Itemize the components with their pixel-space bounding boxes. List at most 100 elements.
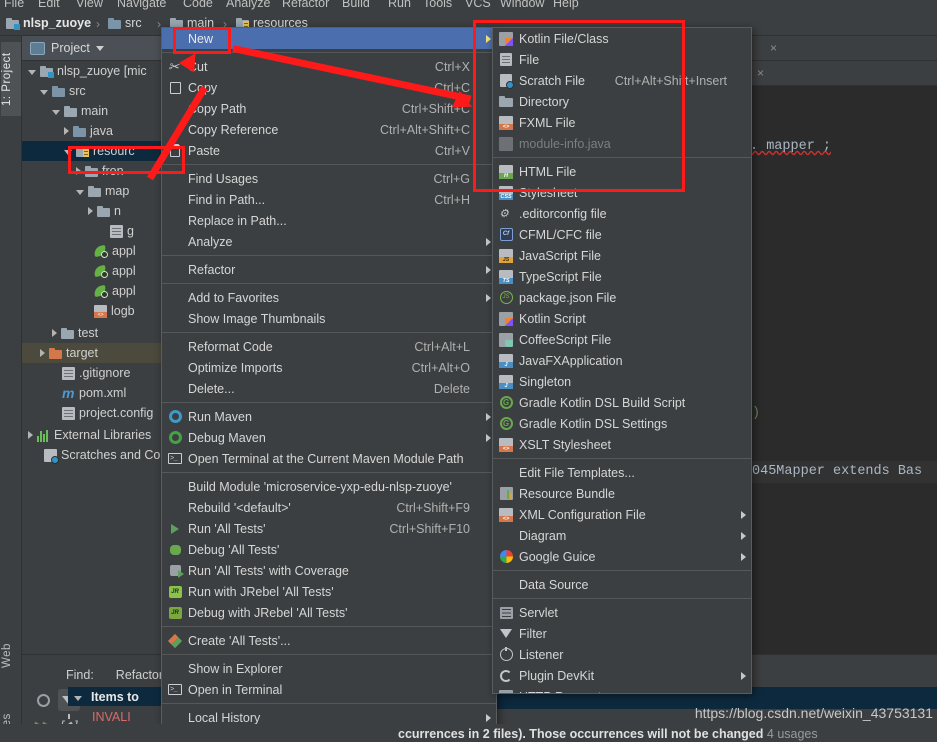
terminal-icon: >_ xyxy=(162,448,188,469)
menu-edit[interactable]: Edit xyxy=(38,0,60,10)
menu-item-delete[interactable]: Delete... Delete xyxy=(162,378,496,399)
menu-code[interactable]: Code xyxy=(183,0,213,10)
menu-item-rebuild[interactable]: Rebuild '<default>' Ctrl+Shift+F9 xyxy=(162,497,496,518)
menu-item-label: Analyze xyxy=(188,234,233,249)
expanded-arrow-icon[interactable] xyxy=(40,90,48,95)
collapsed-arrow-icon[interactable] xyxy=(40,349,45,357)
menu-item-copy-reference[interactable]: Copy Reference Ctrl+Alt+Shift+C xyxy=(162,119,496,140)
menu-item-new[interactable]: New xyxy=(162,28,496,49)
submenu-item-google-guice[interactable]: Google Guice xyxy=(493,546,751,567)
collapsed-arrow-icon[interactable] xyxy=(88,207,93,215)
expanded-arrow-icon[interactable] xyxy=(64,150,72,155)
menu-run[interactable]: Run xyxy=(388,0,411,10)
settings-button[interactable] xyxy=(32,689,54,711)
menu-item-show-in-explorer[interactable]: Show in Explorer xyxy=(162,658,496,679)
submenu-item-xml-configuration-file[interactable]: <> XML Configuration File xyxy=(493,504,751,525)
submenu-item-resource-bundle[interactable]: Resource Bundle xyxy=(493,483,751,504)
submenu-item-package-json[interactable]: JS package.json File xyxy=(493,287,751,308)
menu-file[interactable]: File xyxy=(4,0,24,10)
submenu-item-diagram[interactable]: Diagram xyxy=(493,525,751,546)
menu-vcs[interactable]: VCS xyxy=(465,0,491,10)
submenu-item-directory[interactable]: Directory xyxy=(493,91,751,112)
submenu-item-singleton[interactable]: J Singleton xyxy=(493,371,751,392)
menu-item-find-usages[interactable]: Find Usages Ctrl+G xyxy=(162,168,496,189)
close-icon[interactable]: × xyxy=(770,41,777,55)
submenu-item-gradle-kotlin-settings[interactable]: G Gradle Kotlin DSL Settings xyxy=(493,413,751,434)
close-icon[interactable]: × xyxy=(757,66,764,80)
menu-item-optimize-imports[interactable]: Optimize Imports Ctrl+Alt+O xyxy=(162,357,496,378)
tree-row-label: appl xyxy=(112,244,136,258)
submenu-item-edit-file-templates[interactable]: Edit File Templates... xyxy=(493,462,751,483)
submenu-item-cfml-cfc[interactable]: Cf CFML/CFC file xyxy=(493,224,751,245)
tool-tab-project[interactable]: 1: Project xyxy=(1,42,21,116)
menu-item-run-with-coverage[interactable]: Run 'All Tests' with Coverage xyxy=(162,560,496,581)
collapsed-arrow-icon[interactable] xyxy=(64,127,69,135)
tool-tab-web[interactable]: Web xyxy=(1,636,21,676)
menu-view[interactable]: View xyxy=(76,0,103,10)
menu-item-copy-path[interactable]: Copy Path Ctrl+Shift+C xyxy=(162,98,496,119)
submenu-item-stylesheet[interactable]: CSS Stylesheet xyxy=(493,182,751,203)
menu-build[interactable]: Build xyxy=(342,0,370,10)
menu-window[interactable]: Window xyxy=(500,0,544,10)
context-menu[interactable]: New ✂ Cut Ctrl+X Copy Ctrl+C Copy Path C… xyxy=(161,27,497,742)
submenu-item-label: Gradle Kotlin DSL Build Script xyxy=(519,395,686,410)
submenu-item-file[interactable]: File xyxy=(493,49,751,70)
menu-item-refactor[interactable]: Refactor xyxy=(162,259,496,280)
menu-item-debug-maven[interactable]: Debug Maven xyxy=(162,427,496,448)
menu-refactor[interactable]: Refactor xyxy=(282,0,329,10)
menu-item-find-in-path[interactable]: Find in Path... Ctrl+H xyxy=(162,189,496,210)
menu-navigate[interactable]: Navigate xyxy=(117,0,166,10)
menu-item-shortcut: Ctrl+Shift+C xyxy=(401,101,470,116)
collapsed-arrow-icon[interactable] xyxy=(52,329,57,337)
menu-item-create-all-tests[interactable]: Create 'All Tests'... xyxy=(162,630,496,651)
submenu-item-javascript-file[interactable]: JS JavaScript File xyxy=(493,245,751,266)
submenu-item-fxml-file[interactable]: <> FXML File xyxy=(493,112,751,133)
submenu-item-gradle-kotlin-build[interactable]: G Gradle Kotlin DSL Build Script xyxy=(493,392,751,413)
submenu-item-label: Data Source xyxy=(519,577,589,592)
menu-item-run-maven[interactable]: Run Maven xyxy=(162,406,496,427)
submenu-item-editorconfig[interactable]: ⚙ .editorconfig file xyxy=(493,203,751,224)
menu-item-copy[interactable]: Copy Ctrl+C xyxy=(162,77,496,98)
menu-item-debug-jrebel[interactable]: JR Debug with JRebel 'All Tests' xyxy=(162,602,496,623)
collapsed-arrow-icon[interactable] xyxy=(28,431,33,439)
menu-item-cut[interactable]: ✂ Cut Ctrl+X xyxy=(162,56,496,77)
breadcrumb-item-src[interactable]: src xyxy=(108,16,142,30)
submenu-item-kotlin-file-class[interactable]: Kotlin File/Class xyxy=(493,28,751,49)
submenu-item-coffeescript-file[interactable]: CoffeeScript File xyxy=(493,329,751,350)
submenu-item-xslt-stylesheet[interactable]: <> XSLT Stylesheet xyxy=(493,434,751,455)
menu-item-reformat-code[interactable]: Reformat Code Ctrl+Alt+L xyxy=(162,336,496,357)
menu-item-run-all-tests[interactable]: Run 'All Tests' Ctrl+Shift+F10 xyxy=(162,518,496,539)
submenu-item-kotlin-script[interactable]: Kotlin Script xyxy=(493,308,751,329)
breadcrumb-item-project[interactable]: nlsp_zuoye xyxy=(6,16,91,30)
expanded-arrow-icon[interactable] xyxy=(76,190,84,195)
menu-item-add-to-favorites[interactable]: Add to Favorites xyxy=(162,287,496,308)
menu-item-replace-in-path[interactable]: Replace in Path... xyxy=(162,210,496,231)
expanded-arrow-icon[interactable] xyxy=(74,695,82,701)
submenu-item-http-request[interactable]: API HTTP Request xyxy=(493,686,751,693)
menu-tools[interactable]: Tools xyxy=(423,0,452,10)
submenu-item-filter[interactable]: Filter xyxy=(493,623,751,651)
submenu-item-scratch-file[interactable]: Scratch File Ctrl+Alt+Shift+Insert xyxy=(493,70,751,91)
menu-item-paste[interactable]: Paste Ctrl+V xyxy=(162,140,496,161)
submenu-item-listener[interactable]: Listener xyxy=(493,644,751,665)
menu-item-open-in-terminal[interactable]: >_ Open in Terminal xyxy=(162,679,496,700)
submenu-item-servlet[interactable]: Servlet xyxy=(493,602,751,623)
submenu-item-html-file[interactable]: H HTML File xyxy=(493,161,751,182)
menu-item-build-module[interactable]: Build Module 'microservice-yxp-edu-nlsp-… xyxy=(162,476,496,497)
submenu-item-data-source[interactable]: Data Source xyxy=(493,574,751,595)
menu-help[interactable]: Help xyxy=(553,0,579,10)
menu-item-debug-all-tests[interactable]: Debug 'All Tests' xyxy=(162,539,496,560)
new-submenu[interactable]: Kotlin File/Class File Scratch File Ctrl… xyxy=(492,27,752,694)
expanded-arrow-icon[interactable] xyxy=(28,70,36,75)
submenu-item-plugin-devkit[interactable]: Plugin DevKit xyxy=(493,665,751,686)
menu-item-analyze[interactable]: Analyze xyxy=(162,231,496,252)
menu-analyze[interactable]: Analyze xyxy=(226,0,270,10)
submenu-item-typescript-file[interactable]: TS TypeScript File xyxy=(493,266,751,287)
collapsed-arrow-icon[interactable] xyxy=(76,167,81,175)
submenu-item-javafx-application[interactable]: J JavaFXApplication xyxy=(493,350,751,371)
menu-item-show-image-thumbnails[interactable]: Show Image Thumbnails xyxy=(162,308,496,329)
chevron-down-icon[interactable] xyxy=(95,45,104,51)
menu-item-open-terminal-maven[interactable]: >_ Open Terminal at the Current Maven Mo… xyxy=(162,448,496,469)
menu-item-run-jrebel[interactable]: JR Run with JRebel 'All Tests' xyxy=(162,581,496,602)
expanded-arrow-icon[interactable] xyxy=(52,110,60,115)
